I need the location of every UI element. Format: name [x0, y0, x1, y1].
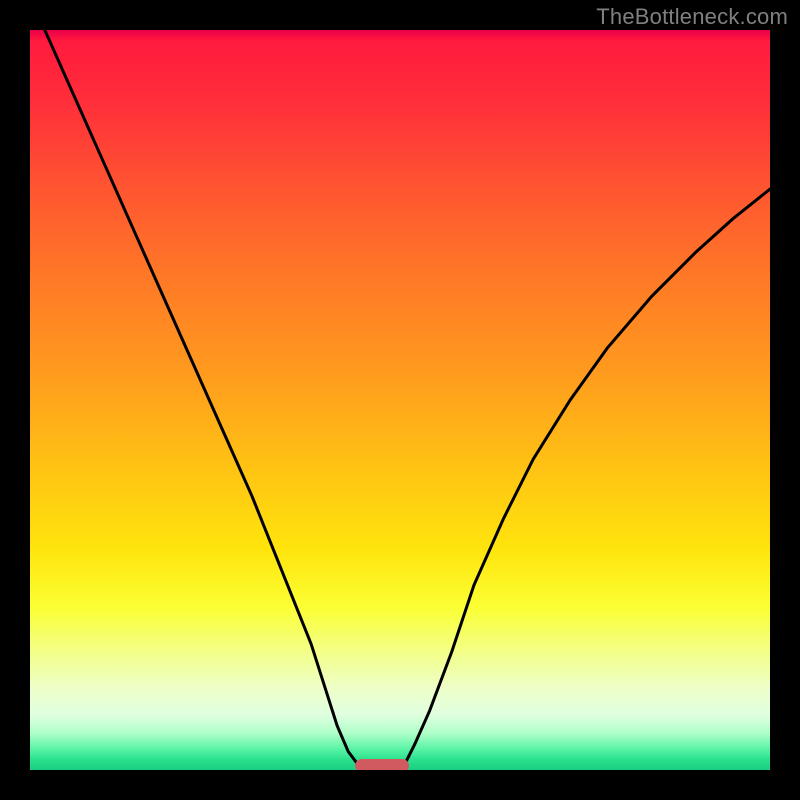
chart-frame: TheBottleneck.com	[0, 0, 800, 800]
curve-left-branch	[45, 30, 360, 766]
minimum-marker-pill	[355, 759, 409, 770]
plot-area	[30, 30, 770, 770]
curve-right-branch	[404, 189, 770, 766]
watermark-text: TheBottleneck.com	[596, 4, 788, 30]
curve-layer	[30, 30, 770, 770]
